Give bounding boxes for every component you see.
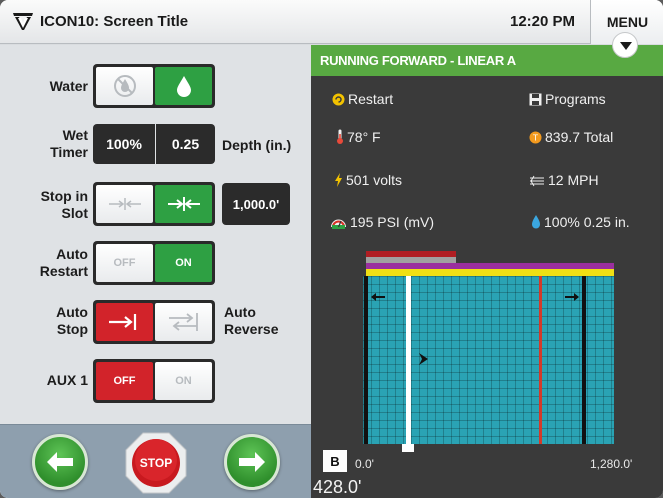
slot-off-icon: [108, 198, 141, 210]
thermometer-icon: [337, 129, 343, 144]
map-top-bar-yellow: [366, 269, 614, 276]
auto-restart-label: Auto Restart: [39, 246, 88, 279]
wet-timer-depth-value: 0.25: [171, 136, 200, 152]
temperature-readout: 78° F: [336, 129, 381, 145]
restart-icon: [332, 93, 345, 106]
run-status-text: RUNNING FORWARD - LINEAR A: [320, 53, 516, 68]
reverse-button[interactable]: [32, 434, 88, 490]
chevron-down-icon: [620, 42, 632, 50]
depth-unit-label: Depth (in.): [222, 137, 292, 153]
b-label-badge[interactable]: B: [323, 450, 347, 472]
auto-stop-toggle[interactable]: [93, 300, 215, 344]
auto-reverse-label: Auto Reverse: [224, 304, 279, 337]
speed-icon: [530, 175, 544, 187]
map-start-label: 0.0': [355, 457, 374, 471]
stop-label: STOP: [139, 456, 173, 470]
pressure-text: 195 PSI (mV): [350, 214, 435, 230]
water-drop-icon: [532, 215, 540, 229]
left-end-arrow-icon: [371, 293, 385, 301]
voltage-text: 501 volts: [346, 172, 403, 188]
water-drop-icon: [176, 76, 191, 97]
application-text: 100% 0.25 in.: [544, 214, 630, 230]
aux1-off[interactable]: OFF: [96, 362, 153, 400]
forward-button[interactable]: [224, 434, 280, 490]
field-end-boundary: [582, 276, 586, 444]
machine-position-line: [406, 276, 411, 446]
auto-reverse-segment[interactable]: [155, 303, 212, 341]
wet-timer-depth[interactable]: 0.25: [156, 124, 215, 164]
screen-title: ICON10: Screen Title: [40, 13, 189, 30]
auto-stop-label: Auto Stop: [56, 304, 88, 337]
wet-timer-percent[interactable]: 100%: [93, 124, 155, 164]
water-off-icon: [113, 75, 136, 97]
pressure-readout: 195 PSI (mV): [330, 214, 434, 230]
stop-in-slot-icon: [167, 197, 200, 211]
valley-logo-icon: [13, 13, 33, 30]
map-end-label: 1,280.0': [590, 457, 633, 471]
water-toggle[interactable]: [93, 64, 215, 108]
arrow-left-icon: [47, 452, 73, 472]
total-readout: T 839.7 Total: [529, 129, 613, 145]
restart-text: Restart: [348, 91, 394, 107]
temperature-text: 78° F: [347, 129, 381, 145]
application-readout: 100% 0.25 in.: [531, 214, 630, 230]
current-position-readout: 428.0': [313, 477, 362, 497]
clock-time: 12:20 PM: [510, 13, 576, 30]
total-text: 839.7 Total: [545, 129, 614, 145]
menu-label: MENU: [606, 14, 649, 30]
speed-text: 12 MPH: [548, 172, 599, 188]
run-status-banner: RUNNING FORWARD - LINEAR A: [311, 45, 663, 76]
stop-in-slot-marker: [539, 276, 542, 444]
pressure-gauge-icon: [331, 219, 346, 229]
stop-in-slot-value-box[interactable]: 1,000.0': [222, 183, 290, 225]
aux1-label: AUX 1: [46, 372, 88, 388]
map-top-bar-purple-left: [366, 263, 456, 269]
right-end-arrow-icon: [565, 293, 579, 301]
machine-position-handle[interactable]: [402, 444, 414, 452]
header-bar: ICON10: Screen Title 12:20 PM MENU: [0, 0, 663, 44]
wet-timer-percent-value: 100%: [106, 136, 142, 152]
water-off-segment[interactable]: [96, 67, 153, 105]
auto-restart-on[interactable]: ON: [155, 244, 212, 282]
auto-restart-off[interactable]: OFF: [96, 244, 153, 282]
field-start-boundary: [364, 276, 368, 444]
app-window: ICON10: Screen Title 12:20 PM MENU Water…: [0, 0, 663, 498]
svg-text:T: T: [532, 134, 538, 143]
slot-on-segment[interactable]: [155, 185, 212, 223]
water-on-segment[interactable]: [155, 67, 212, 105]
auto-restart-toggle[interactable]: OFF ON: [93, 241, 215, 285]
voltage-readout: 501 volts: [334, 172, 402, 188]
floppy-disk-icon: [529, 93, 542, 106]
lightning-icon: [335, 173, 342, 187]
stop-in-slot-label: Stop in Slot: [40, 188, 88, 221]
slot-off-segment[interactable]: [96, 185, 153, 223]
wet-timer-label: Wet Timer: [50, 127, 88, 160]
programs-text: Programs: [545, 91, 606, 107]
restart-indicator[interactable]: Restart: [332, 91, 393, 107]
direction-chevron-icon: [419, 353, 428, 365]
water-label: Water: [49, 78, 88, 94]
arrow-right-icon: [239, 452, 265, 472]
aux1-toggle[interactable]: OFF ON: [93, 359, 215, 403]
total-icon: T: [529, 131, 542, 144]
stop-in-slot-toggle[interactable]: [93, 182, 215, 226]
programs-indicator[interactable]: Programs: [529, 91, 606, 107]
stop-in-slot-value: 1,000.0': [232, 196, 280, 212]
auto-stop-segment[interactable]: [96, 303, 153, 341]
auto-reverse-icon: [168, 313, 198, 331]
speed-readout: 12 MPH: [529, 172, 599, 188]
auto-stop-icon: [108, 314, 136, 330]
menu-chevron-button[interactable]: [612, 32, 638, 58]
aux1-on[interactable]: ON: [155, 362, 212, 400]
